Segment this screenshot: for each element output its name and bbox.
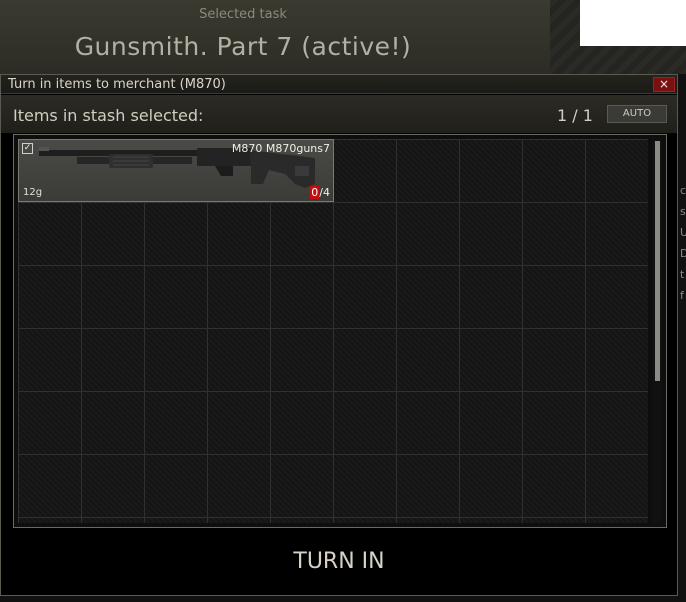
dialog-title: Turn in items to merchant (M870) [8,77,226,92]
scrollbar-thumb[interactable] [655,141,660,381]
item-name: M870 M870guns7 [231,142,330,155]
grid-scrollbar[interactable] [652,139,662,523]
task-panel: Selected task Gunsmith. Part 7 (active!) [0,0,550,74]
side-char: U [680,226,686,239]
close-icon: × [658,77,670,91]
dialog-subheader: Items in stash selected: 1 / 1 AUTO [1,95,677,133]
page-counter: 1 / 1 [557,106,593,125]
selected-checkbox[interactable]: ✓ [22,143,33,154]
side-char: f [680,289,684,302]
turn-in-dialog: Turn in items to merchant (M870) × Items… [0,74,678,596]
side-char: s [680,205,686,218]
side-char: D [680,247,686,260]
items-selected-label: Items in stash selected: [13,106,204,125]
task-title: Gunsmith. Part 7 (active!) [74,32,412,61]
stash-item-m870[interactable]: ✓ M870 M870guns7 12g 0/4 [18,139,334,202]
item-weight: 12g [23,187,43,198]
clipped-side-text: c s U D t f [680,180,686,306]
side-char: c [680,184,686,197]
turn-in-button[interactable]: TURN IN [1,545,677,579]
blank-region [580,0,686,46]
dialog-header[interactable]: Turn in items to merchant (M870) × [1,75,677,94]
item-durability: 0/4 [310,186,330,199]
auto-button[interactable]: AUTO [607,105,667,123]
stash-grid-frame: ✓ M870 M870guns7 12g 0/4 [13,134,667,528]
side-char: t [680,268,685,281]
close-button[interactable]: × [653,77,675,92]
stash-grid[interactable]: ✓ M870 M870guns7 12g 0/4 [18,139,648,523]
durability-current: 0 [310,186,320,199]
task-subtitle: Selected task [199,7,287,22]
durability-max: /4 [319,186,330,199]
